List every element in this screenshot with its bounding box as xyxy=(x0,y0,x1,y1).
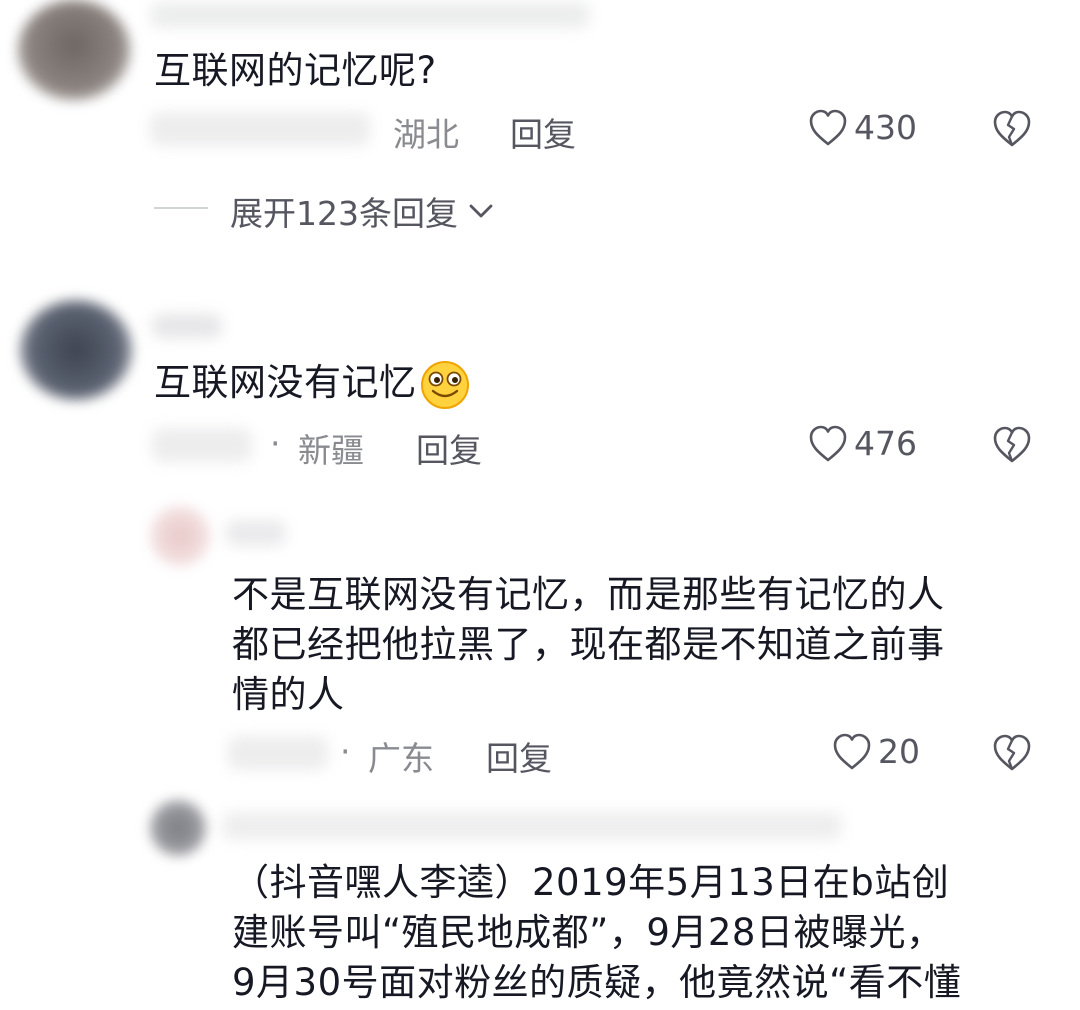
comment-section: 互联网的记忆呢? 湖北 回复 430 展开123条回复 互联网没有记忆 · 新疆… xyxy=(0,0,1080,1010)
location-label: 新疆 xyxy=(298,431,364,470)
expand-replies-label: 展开123条回复 xyxy=(230,194,458,233)
like-button[interactable]: 430 xyxy=(808,108,917,147)
chevron-down-icon xyxy=(469,204,493,218)
reply-text-line: 都已经把他拉黑了，现在都是不知道之前事 xyxy=(232,623,945,666)
reply-text-line: 不是互联网没有记忆，而是那些有记忆的人 xyxy=(232,573,945,616)
smile-emoji xyxy=(420,360,469,409)
username-blurred[interactable] xyxy=(152,314,222,338)
reply-button[interactable]: 回复 xyxy=(416,424,482,472)
avatar[interactable] xyxy=(20,300,132,400)
location-label: 广东 xyxy=(368,739,434,778)
location-separator: · xyxy=(270,424,281,463)
timestamp-blurred xyxy=(152,428,252,462)
comment-text-content: 互联网没有记忆 xyxy=(154,361,417,404)
comment-text: 互联网没有记忆 xyxy=(154,356,471,411)
username-blurred[interactable] xyxy=(222,812,842,840)
username-blurred[interactable] xyxy=(150,2,590,28)
timestamp-blurred xyxy=(150,112,370,146)
expand-replies-button[interactable]: 展开123条回复 xyxy=(230,187,498,235)
broken-heart-icon[interactable] xyxy=(992,734,1032,772)
timestamp-blurred xyxy=(228,736,328,770)
comment-text: 互联网的记忆呢? xyxy=(154,49,437,92)
reply-text-line: 情的人 xyxy=(232,673,345,716)
location-label: 湖北 xyxy=(393,115,459,154)
reply-text-line: （抖音嘿人李逵）2019年5月13日在b站创 xyxy=(232,861,950,904)
reply-button[interactable]: 回复 xyxy=(510,108,576,156)
broken-heart-icon[interactable] xyxy=(992,426,1032,464)
username-blurred[interactable] xyxy=(226,520,286,546)
avatar[interactable] xyxy=(150,506,210,566)
avatar[interactable] xyxy=(18,0,130,100)
heart-outline-icon xyxy=(809,109,847,145)
location-separator: · xyxy=(340,732,351,771)
like-button[interactable]: 476 xyxy=(808,424,917,463)
heart-outline-icon xyxy=(809,425,847,461)
like-count: 20 xyxy=(878,732,920,771)
reply-text-line: 9月30号面对粉丝的质疑，他竟然说“看不懂 xyxy=(232,961,962,1004)
avatar[interactable] xyxy=(150,800,206,856)
expand-divider xyxy=(154,207,208,209)
broken-heart-icon[interactable] xyxy=(992,110,1032,148)
like-button[interactable]: 20 xyxy=(832,732,920,771)
like-count: 476 xyxy=(854,424,917,463)
like-count: 430 xyxy=(854,108,917,147)
heart-outline-icon xyxy=(833,733,871,769)
reply-text-line: 建账号叫“殖民地成都”，9月28日被曝光， xyxy=(232,911,944,954)
reply-button[interactable]: 回复 xyxy=(486,732,552,780)
